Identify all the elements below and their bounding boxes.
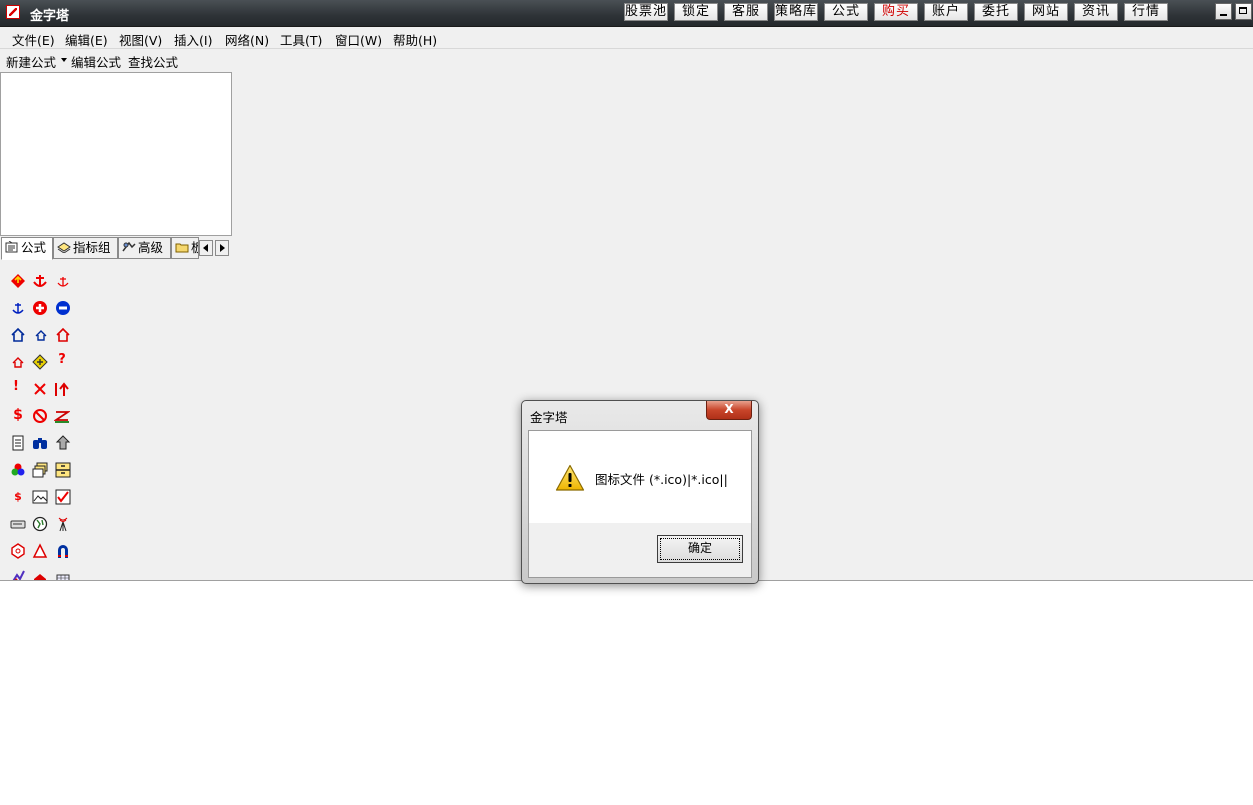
left-panel-tabs: 公式 指标组 高级 板 (0, 237, 232, 260)
stock-pool-button[interactable]: 股票池 (624, 3, 668, 21)
menu-window[interactable]: 窗口(W) (335, 30, 382, 49)
tab-formula-label: 公式 (21, 240, 47, 255)
dialog-message-area: 图标文件 (*.ico)|*.ico|| (529, 431, 751, 523)
dialog-title: 金字塔 (530, 410, 568, 425)
house-flag-icon[interactable] (32, 569, 48, 580)
tab-board-label: 板 (191, 240, 198, 255)
arrow-left-icon (203, 244, 208, 252)
arrow-house-icon[interactable] (55, 435, 71, 451)
ok-button[interactable]: 确定 (657, 535, 743, 563)
icon-grid: ? ! $ $ (0, 261, 232, 580)
menu-insert[interactable]: 插入(I) (174, 30, 212, 49)
account-button[interactable]: 账户 (924, 3, 968, 21)
document-icon[interactable] (10, 435, 26, 451)
formula-tree[interactable] (0, 72, 232, 236)
message-dialog: 金字塔 X 图标文件 (*.ico)|*.ico|| 确定 (521, 400, 759, 584)
indicator-group-icon (57, 239, 71, 254)
menu-edit[interactable]: 编辑(E) (65, 30, 108, 49)
new-formula-button[interactable]: 新建公式 (6, 52, 56, 71)
dialog-message: 图标文件 (*.ico)|*.ico|| (595, 472, 728, 487)
question-red-icon[interactable]: ? (54, 352, 70, 368)
dialog-close-button[interactable]: X (706, 401, 752, 420)
binoculars-icon[interactable] (32, 435, 48, 451)
bar-arrow-up-icon[interactable] (54, 381, 70, 397)
anchor-small-red-icon[interactable] (55, 273, 71, 289)
window-title: 金字塔 (30, 9, 70, 24)
menu-tools[interactable]: 工具(T) (280, 30, 322, 49)
lock-button[interactable]: 锁定 (674, 3, 718, 21)
anchor-red-icon[interactable] (32, 273, 48, 289)
exclamation-red-icon[interactable]: ! (8, 379, 24, 395)
globe-icon[interactable] (32, 516, 48, 532)
dollar-red-icon[interactable]: $ (10, 407, 26, 423)
tab-formula[interactable]: 公式 (1, 237, 53, 260)
formula-toolbar: 新建公式 编辑公式 查找公式 (0, 50, 300, 70)
small-dollar-icon[interactable]: $ (10, 489, 26, 505)
red-cross-icon[interactable] (32, 300, 48, 316)
cabinet-icon[interactable] (55, 462, 71, 478)
buy-button[interactable]: 购买 (874, 3, 918, 21)
chevron-down-icon[interactable] (61, 58, 67, 62)
menu-bar: 文件(E) 编辑(E) 视图(V) 插入(I) 网络(N) 工具(T) 窗口(W… (0, 27, 1253, 49)
diamond-up-icon[interactable] (10, 273, 26, 289)
close-icon: X (724, 402, 734, 416)
check-doc-icon[interactable] (55, 489, 71, 505)
strategy-library-button[interactable]: 策略库 (774, 3, 818, 21)
picture-icon[interactable] (32, 489, 48, 505)
grid-small-icon[interactable] (55, 569, 71, 580)
title-bar: 金字塔 股票池 锁定 客服 策略库 公式 购买 账户 委托 网站 资讯 行情 (0, 0, 1253, 27)
order-button[interactable]: 委托 (974, 3, 1018, 21)
no-entry-icon[interactable] (55, 300, 71, 316)
app-logo-icon (6, 5, 20, 19)
battery-icon[interactable] (10, 516, 26, 532)
news-button[interactable]: 资讯 (1074, 3, 1118, 21)
arrow-right-icon (220, 244, 225, 252)
tab-indicator-group-label: 指标组 (73, 240, 111, 255)
house-small-red-icon[interactable] (10, 354, 26, 370)
advanced-icon (122, 239, 136, 252)
website-button[interactable]: 网站 (1024, 3, 1068, 21)
formula-icon (5, 239, 19, 253)
tab-scroll-left-button[interactable] (199, 240, 213, 256)
dialog-body: 图标文件 (*.ico)|*.ico|| 确定 (528, 430, 752, 578)
triangle-icon[interactable] (32, 543, 48, 559)
house-red-icon[interactable] (55, 327, 71, 343)
output-pane[interactable] (0, 580, 1253, 805)
find-formula-button[interactable]: 查找公式 (128, 52, 178, 71)
menu-network[interactable]: 网络(N) (225, 30, 269, 49)
z-sign-icon[interactable] (53, 408, 71, 424)
formula-button[interactable]: 公式 (824, 3, 868, 21)
magnet-icon[interactable] (55, 543, 71, 559)
tab-advanced-label: 高级 (138, 240, 164, 255)
diamond-yellow-icon[interactable] (32, 354, 48, 370)
customer-service-button[interactable]: 客服 (724, 3, 768, 21)
star-blue-icon[interactable] (10, 569, 26, 580)
menu-file[interactable]: 文件(E) (12, 30, 55, 49)
menu-view[interactable]: 视图(V) (119, 30, 162, 49)
maximize-button[interactable] (1235, 3, 1252, 20)
tab-scroll-right-button[interactable] (215, 240, 229, 256)
house-blue-icon[interactable] (10, 327, 26, 343)
hexagon-icon[interactable] (10, 543, 26, 559)
menu-help[interactable]: 帮助(H) (393, 30, 437, 49)
warning-icon (555, 464, 585, 491)
folder-icon (175, 239, 189, 253)
windows-stack-icon[interactable] (32, 462, 48, 478)
tab-board[interactable]: 板 (171, 237, 199, 259)
edit-formula-button[interactable]: 编辑公式 (71, 52, 121, 71)
market-button[interactable]: 行情 (1124, 3, 1168, 21)
antenna-icon[interactable] (55, 516, 71, 532)
tab-advanced[interactable]: 高级 (118, 237, 171, 259)
minimize-button[interactable] (1215, 3, 1232, 20)
anchor-blue-icon[interactable] (10, 300, 26, 316)
x-red-icon[interactable] (32, 381, 48, 397)
prohibited-icon[interactable] (32, 408, 48, 424)
tab-indicator-group[interactable]: 指标组 (53, 237, 118, 259)
house-small-blue-icon[interactable] (33, 327, 49, 343)
color-circles-icon[interactable] (10, 462, 26, 478)
